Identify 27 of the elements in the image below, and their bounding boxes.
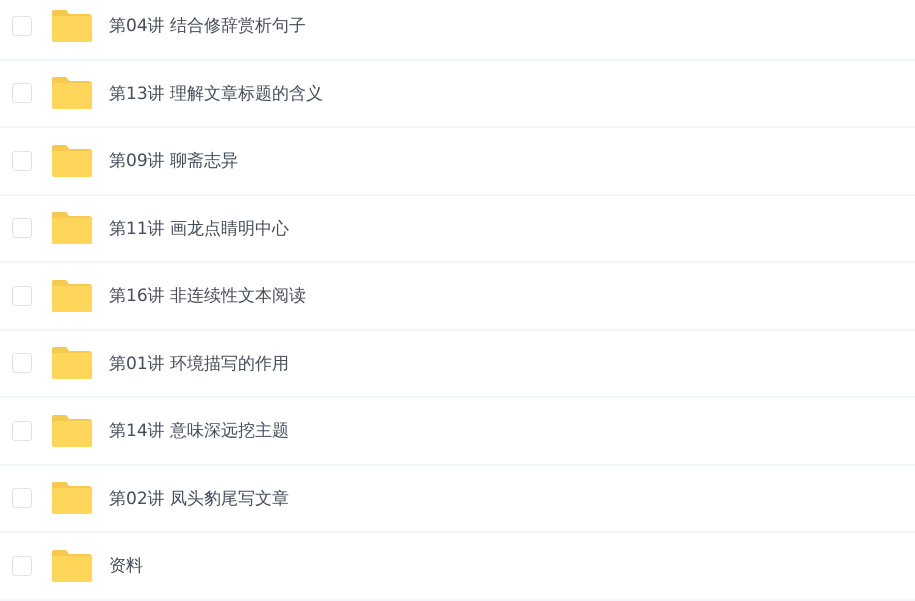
- checkbox[interactable]: [12, 16, 32, 36]
- folder-icon: [52, 414, 92, 447]
- checkbox[interactable]: [12, 488, 32, 508]
- folder-icon: [52, 144, 92, 177]
- checkbox[interactable]: [12, 150, 32, 171]
- folder-icon: [52, 280, 92, 312]
- folder-icon: [52, 212, 92, 244]
- folder-name[interactable]: 第11讲 画龙点睛明中心: [109, 216, 290, 240]
- folder-name[interactable]: 资料: [109, 554, 143, 578]
- folder-name[interactable]: 第02讲 凤头豹尾写文章: [109, 486, 290, 510]
- checkbox[interactable]: [12, 420, 32, 441]
- folder-name[interactable]: 第04讲 结合修辞赏析句子: [109, 14, 306, 38]
- checkbox[interactable]: [12, 286, 32, 306]
- folder-name[interactable]: 第09讲 聊斋志异: [109, 149, 238, 172]
- folder-name[interactable]: 第01讲 环境描写的作用: [109, 352, 290, 375]
- folder-icon: [52, 550, 92, 582]
- checkbox[interactable]: [12, 556, 32, 576]
- folder-icon: [52, 10, 92, 42]
- checkbox[interactable]: [12, 83, 32, 104]
- checkbox[interactable]: [12, 218, 32, 238]
- folder-icon: [52, 347, 92, 380]
- checkbox[interactable]: [12, 353, 32, 374]
- folder-icon: [52, 77, 92, 110]
- folder-name[interactable]: 第16讲 非连续性文本阅读: [109, 284, 306, 308]
- folder-name[interactable]: 第13讲 理解文章标题的含义: [109, 82, 324, 105]
- folder-icon: [52, 482, 92, 514]
- folder-name[interactable]: 第14讲 意味深远挖主题: [109, 419, 290, 442]
